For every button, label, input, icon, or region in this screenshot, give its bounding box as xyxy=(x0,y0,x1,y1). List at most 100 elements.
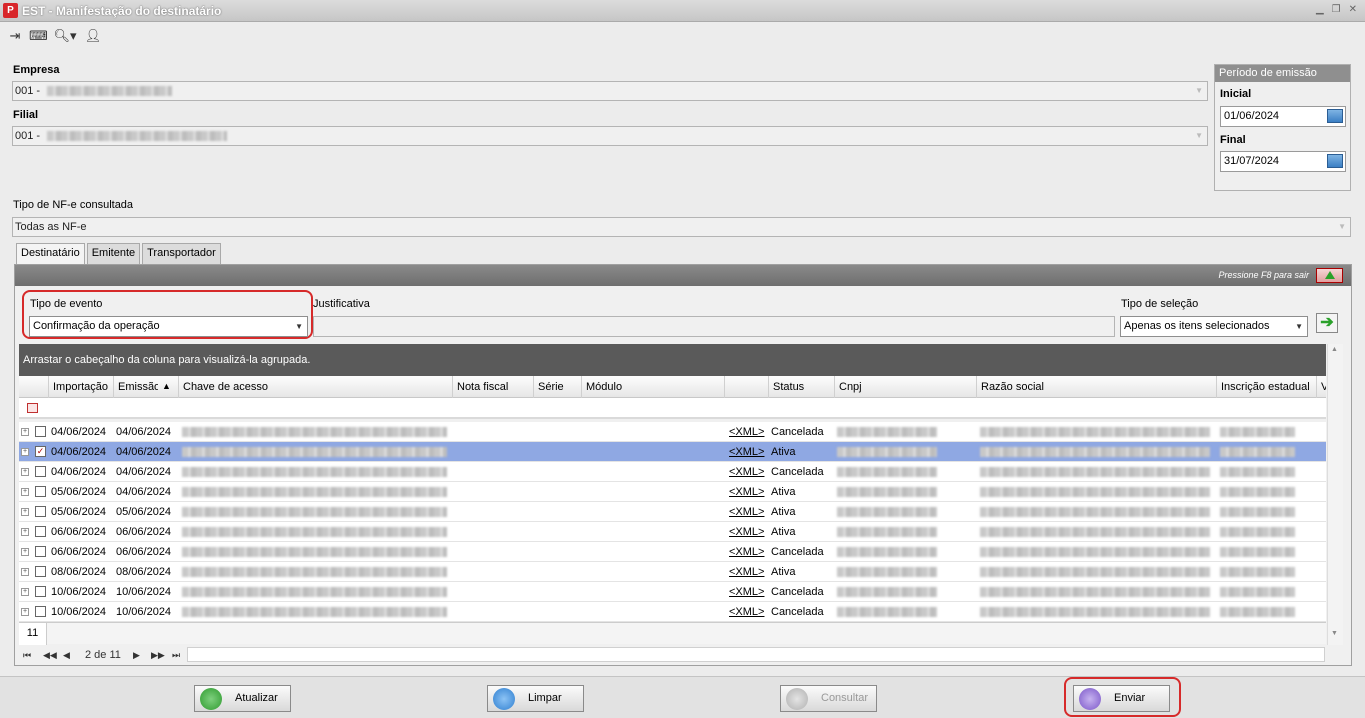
row-checkbox[interactable] xyxy=(35,566,46,577)
xml-link[interactable]: <XML> xyxy=(729,442,764,462)
consultar-button[interactable]: Consultar xyxy=(780,685,877,712)
tab-transportador[interactable]: Transportador xyxy=(142,243,221,265)
expand-icon[interactable]: + xyxy=(21,468,29,476)
filter-icon[interactable] xyxy=(27,403,38,413)
table-row[interactable]: +05/06/2024 05/06/2024 <XML> Ativa xyxy=(19,502,1326,522)
xml-link[interactable]: <XML> xyxy=(729,542,764,562)
expand-icon[interactable]: + xyxy=(21,568,29,576)
calendar-icon[interactable] xyxy=(1327,154,1343,168)
xml-link[interactable]: <XML> xyxy=(729,482,764,502)
table-row[interactable]: +04/06/2024 04/06/2024 <XML> Cancelada xyxy=(19,462,1326,482)
chave-cell-redacted xyxy=(182,462,447,482)
table-row[interactable]: +06/06/2024 06/06/2024 <XML> Cancelada xyxy=(19,542,1326,562)
keyboard-icon[interactable]: ⌨ xyxy=(29,28,48,44)
data-final-input[interactable]: 31/07/2024 xyxy=(1220,151,1346,172)
empresa-select[interactable]: 001 - ▼ xyxy=(12,81,1208,101)
calendar-icon[interactable] xyxy=(1327,109,1343,123)
tipo-evento-label: Tipo de evento xyxy=(30,298,103,310)
row-checkbox[interactable] xyxy=(35,606,46,617)
inscricao-cell-redacted xyxy=(1220,462,1295,482)
enviar-button[interactable]: Enviar xyxy=(1073,685,1170,712)
last-page-icon[interactable]: ⏭ xyxy=(172,646,180,664)
column-nota-fiscal[interactable]: Nota fiscal xyxy=(452,376,533,398)
vertical-scrollbar[interactable]: ▲ ▼ xyxy=(1327,344,1343,645)
row-checkbox[interactable] xyxy=(35,506,46,517)
row-checkbox[interactable] xyxy=(35,546,46,557)
tipo-evento-select[interactable]: Confirmação da operação ▼ xyxy=(29,316,308,337)
expand-icon[interactable]: + xyxy=(21,608,29,616)
prev-page-icon[interactable]: ◀ xyxy=(63,646,70,664)
table-row[interactable]: +05/06/2024 04/06/2024 <XML> Ativa xyxy=(19,482,1326,502)
column-chave-acesso[interactable]: Chave de acesso xyxy=(178,376,452,398)
xml-link[interactable]: <XML> xyxy=(729,462,764,482)
column-status[interactable]: Status xyxy=(768,376,834,398)
table-row[interactable]: +04/06/2024 04/06/2024 <XML> Cancelada xyxy=(19,422,1326,442)
row-checkbox[interactable] xyxy=(35,486,46,497)
chave-cell-redacted xyxy=(182,422,447,442)
table-row[interactable]: +10/06/2024 10/06/2024 <XML> Cancelada xyxy=(19,602,1326,622)
row-checkbox[interactable]: ✓ xyxy=(35,446,46,457)
expand-icon[interactable]: + xyxy=(21,448,29,456)
collapse-up-icon[interactable] xyxy=(1316,268,1343,283)
scroll-down-icon[interactable]: ▼ xyxy=(1331,630,1338,637)
first-page-icon[interactable]: ⏮ xyxy=(23,646,31,664)
column-importacao[interactable]: Importação xyxy=(48,376,113,398)
next-page-icon[interactable]: ▶ xyxy=(133,646,140,664)
search-icon[interactable]: 🔍︎▾ xyxy=(53,28,77,44)
status-cell: Cancelada xyxy=(771,546,824,558)
data-inicial-input[interactable]: 01/06/2024 xyxy=(1220,106,1346,127)
group-by-area[interactable]: Arrastar o cabeçalho da coluna para visu… xyxy=(19,344,1326,376)
expand-icon[interactable]: + xyxy=(21,428,29,436)
filial-select[interactable]: 001 - ▼ xyxy=(12,126,1208,146)
table-row[interactable]: +06/06/2024 06/06/2024 <XML> Ativa xyxy=(19,522,1326,542)
restore-icon[interactable]: ❐ xyxy=(1332,4,1341,15)
scroll-up-icon[interactable]: ▲ xyxy=(1331,346,1338,353)
column-modulo[interactable]: Módulo xyxy=(581,376,724,398)
row-checkbox[interactable] xyxy=(35,526,46,537)
row-checkbox[interactable] xyxy=(35,426,46,437)
column-xml[interactable] xyxy=(724,376,768,398)
xml-link[interactable]: <XML> xyxy=(729,562,764,582)
xml-link[interactable]: <XML> xyxy=(729,502,764,522)
table-row[interactable]: +10/06/2024 10/06/2024 <XML> Cancelada xyxy=(19,582,1326,602)
expand-icon[interactable]: + xyxy=(21,588,29,596)
table-row[interactable]: + ✓ 04/06/2024 04/06/2024 <XML> Ativa xyxy=(19,442,1326,462)
column-v[interactable]: V xyxy=(1316,376,1326,398)
column-cnpj[interactable]: Cnpj xyxy=(834,376,976,398)
minimize-icon[interactable]: ▁ xyxy=(1316,4,1324,15)
expand-icon[interactable]: + xyxy=(21,488,29,496)
justificativa-input[interactable] xyxy=(313,316,1115,337)
apply-arrow-icon[interactable]: ➔ xyxy=(1316,313,1338,333)
next-page-fast-icon[interactable]: ▶▶ xyxy=(151,646,165,664)
column-serie[interactable]: Série xyxy=(533,376,581,398)
expand-icon[interactable]: + xyxy=(21,528,29,536)
tab-destinatario[interactable]: Destinatário xyxy=(16,243,85,265)
refresh-icon xyxy=(200,688,222,710)
xml-link[interactable]: <XML> xyxy=(729,582,764,602)
prev-page-fast-icon[interactable]: ◀◀ xyxy=(43,646,57,664)
tab-emitente[interactable]: Emitente xyxy=(86,243,141,265)
expand-icon[interactable]: + xyxy=(21,548,29,556)
xml-link[interactable]: <XML> xyxy=(729,602,764,622)
expand-icon[interactable]: + xyxy=(21,508,29,516)
limpar-button[interactable]: Limpar xyxy=(487,685,584,712)
row-checkbox[interactable] xyxy=(35,466,46,477)
horizontal-scrollbar[interactable] xyxy=(187,647,1325,662)
user-icon[interactable]: 👤︎ xyxy=(84,28,102,44)
tipo-selecao-select[interactable]: Apenas os itens selecionados ▼ xyxy=(1120,316,1308,337)
table-row[interactable]: +08/06/2024 08/06/2024 <XML> Ativa xyxy=(19,562,1326,582)
data-inicial-value: 01/06/2024 xyxy=(1224,110,1280,122)
filter-row[interactable] xyxy=(19,398,1326,419)
xml-link[interactable]: <XML> xyxy=(729,422,764,442)
inscricao-cell-redacted xyxy=(1220,442,1295,462)
chevron-down-icon: ▼ xyxy=(1195,131,1203,140)
tipo-nfe-select[interactable]: Todas as NF-e ▼ xyxy=(12,217,1351,237)
column-emissao[interactable]: Emissão xyxy=(113,376,158,398)
row-checkbox[interactable] xyxy=(35,586,46,597)
atualizar-button[interactable]: Atualizar xyxy=(194,685,291,712)
close-icon[interactable]: ✕ xyxy=(1349,4,1357,15)
column-razao-social[interactable]: Razão social xyxy=(976,376,1216,398)
xml-link[interactable]: <XML> xyxy=(729,522,764,542)
column-inscricao-estadual[interactable]: Inscrição estadual xyxy=(1216,376,1316,398)
exit-icon[interactable]: ⇥ xyxy=(6,28,24,44)
